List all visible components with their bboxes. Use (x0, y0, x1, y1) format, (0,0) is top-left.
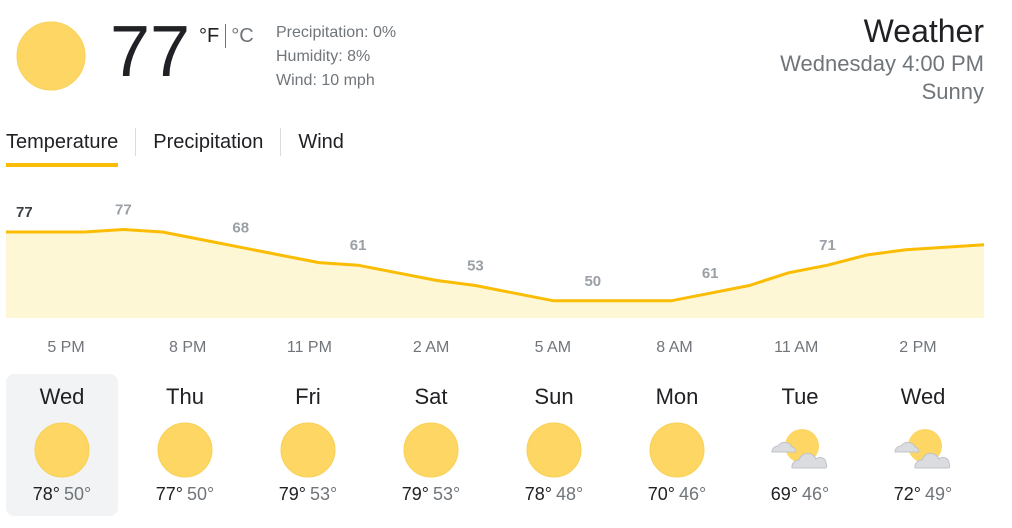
forecast-day[interactable]: Tue 69° 46° (744, 374, 856, 516)
chart-tabs: Temperature Precipitation Wind (6, 128, 361, 168)
tab-wind[interactable]: Wind (280, 128, 361, 156)
forecast-day[interactable]: Mon 70° 46° (621, 374, 733, 516)
current-details: Precipitation: 0% Humidity: 8% Wind: 10 … (276, 21, 396, 93)
tab-precipitation[interactable]: Precipitation (135, 128, 280, 156)
chart-data-label: 77 (115, 201, 132, 218)
chart-tick-label: 8 PM (169, 339, 206, 356)
chart-data-label: 71 (819, 237, 836, 254)
humidity-text: Humidity: 8% (276, 48, 371, 65)
tab-temperature[interactable]: Temperature (6, 128, 135, 167)
forecast-day[interactable]: Wed 72° 49° (867, 374, 979, 516)
unit-fahrenheit[interactable]: °F (199, 25, 219, 48)
forecast-high: 77° (155, 484, 183, 504)
forecast-temps: 72° 49° (867, 482, 979, 506)
sun-icon (16, 21, 86, 91)
forecast-low: 50° (187, 484, 215, 504)
forecast-temps: 69° 46° (744, 482, 856, 506)
forecast-low: 53° (433, 484, 461, 504)
chart-data-label: 68 (232, 219, 249, 236)
partly-cloudy-icon (891, 418, 955, 482)
chart-tick-label: 2 AM (413, 339, 449, 356)
unit-toggle: °F °C (199, 24, 254, 48)
temperature-chart: 77 77 68 61 53 50 61 71 5 PM 8 PM 11 PM 2 AM 5 AM 8 … (6, 201, 985, 356)
unit-separator (225, 24, 227, 48)
sun-icon (399, 418, 463, 482)
forecast-low: 53° (310, 484, 338, 504)
widget-title: Weather (863, 13, 984, 49)
forecast-high: 78° (524, 484, 552, 504)
forecast-temps: 77° 50° (129, 482, 241, 506)
chart-tick-label: 5 PM (47, 339, 84, 356)
forecast-high: 79° (401, 484, 429, 504)
forecast-temps: 79° 53° (375, 482, 487, 506)
forecast-temps: 78° 48° (498, 482, 610, 506)
forecast-day-name: Sat (414, 384, 448, 409)
forecast-day-name: Fri (295, 384, 321, 409)
chart-tick-label: 5 AM (535, 339, 571, 356)
forecast-temps: 79° 53° (252, 482, 364, 506)
forecast-high: 69° (770, 484, 798, 504)
wind-text: Wind: 10 mph (276, 72, 375, 89)
partly-cloudy-icon (768, 418, 832, 482)
forecast-high: 70° (647, 484, 675, 504)
forecast-day-name: Wed (900, 384, 946, 409)
forecast-day-name: Wed (39, 384, 85, 409)
forecast-low: 50° (64, 484, 92, 504)
sun-icon (30, 418, 94, 482)
chart-data-label: 77 (16, 204, 33, 221)
precipitation-text: Precipitation: 0% (276, 24, 397, 41)
forecast-low: 46° (802, 484, 830, 504)
chart-data-label: 50 (584, 273, 601, 290)
unit-celsius[interactable]: °C (231, 25, 253, 48)
weather-header: Weather Wednesday 4:00 PM Sunny (780, 12, 984, 106)
forecast-temps: 70° 46° (621, 482, 733, 506)
forecast-high: 72° (893, 484, 921, 504)
sun-icon (276, 418, 340, 482)
forecast-day-name: Mon (655, 384, 699, 409)
chart-tick-label: 11 PM (287, 339, 332, 356)
chart-data-label: 61 (350, 237, 367, 254)
sun-icon (522, 418, 586, 482)
sun-icon (645, 418, 709, 482)
forecast-day[interactable]: Thu 77° 50° (129, 374, 241, 516)
forecast-high: 78° (32, 484, 60, 504)
daily-forecast: Wed 78° 50° Thu 77° 50° Fri 79° 53° Sat 79° 53° Sun 7… (6, 374, 990, 516)
forecast-low: 46° (679, 484, 707, 504)
chart-data-label: 53 (467, 258, 484, 275)
chart-data-label: 61 (702, 265, 719, 282)
datetime-text: Wednesday 4:00 PM (780, 51, 984, 76)
forecast-high: 79° (278, 484, 306, 504)
forecast-day[interactable]: Sat 79° 53° (375, 374, 487, 516)
current-temperature: 77 (110, 12, 191, 92)
forecast-day[interactable]: Wed 78° 50° (6, 374, 118, 516)
sun-icon (153, 418, 217, 482)
temperature-area (6, 229, 984, 318)
forecast-day-name: Thu (166, 384, 204, 409)
chart-tick-label: 8 AM (656, 339, 692, 356)
forecast-temps: 78° 50° (6, 482, 118, 506)
forecast-low: 48° (556, 484, 584, 504)
forecast-day-name: Tue (781, 384, 819, 409)
forecast-day[interactable]: Fri 79° 53° (252, 374, 364, 516)
forecast-day-name: Sun (534, 384, 574, 409)
chart-tick-label: 11 AM (774, 339, 818, 356)
condition-text: Sunny (921, 79, 984, 104)
forecast-day[interactable]: Sun 78° 48° (498, 374, 610, 516)
forecast-low: 49° (925, 484, 953, 504)
chart-tick-label: 2 PM (899, 339, 936, 356)
